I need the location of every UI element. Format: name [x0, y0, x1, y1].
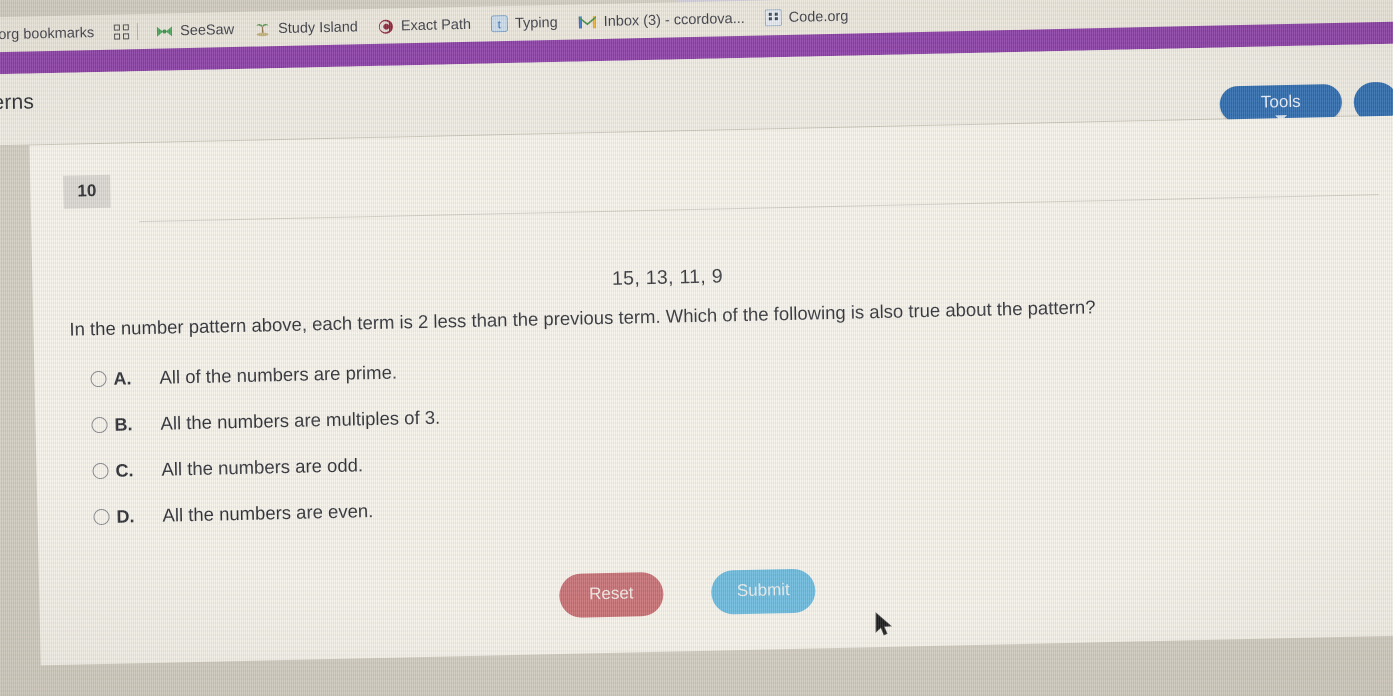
bookmark-study-island-label: Study Island [277, 18, 359, 37]
typing-t-icon: t [490, 15, 509, 33]
answer-letter-b: B. [114, 413, 133, 435]
bookmark-exact-path-label: Exact Path [400, 16, 472, 34]
radio-button-c[interactable] [92, 462, 109, 480]
answer-text-b: All the numbers are multiples of 3. [160, 406, 441, 434]
gmail-m-icon [578, 14, 597, 29]
radio-button-d[interactable] [93, 508, 110, 526]
answer-letter-c: C. [115, 459, 134, 481]
radio-button-a[interactable] [90, 370, 107, 388]
page-title: atterns [0, 90, 35, 115]
submit-button[interactable]: Submit [710, 568, 816, 615]
bookmarks-folder-label: l.org bookmarks [0, 24, 95, 43]
question-divider [139, 194, 1379, 223]
study-island-palm-icon [254, 21, 271, 37]
bookmark-seesaw-label: SeeSaw [179, 21, 235, 39]
question-card: 10 15, 13, 11, 9 In the number pattern a… [29, 115, 1393, 666]
bookmark-study-island[interactable]: Study Island [254, 19, 358, 37]
question-number-badge: 10 [63, 174, 111, 209]
bookmark-folder-school[interactable]: l.org bookmarks [0, 25, 94, 43]
bookmarks-divider [136, 23, 139, 41]
answer-letter-d: D. [116, 505, 135, 527]
answer-text-a: All of the numbers are prime. [159, 361, 398, 388]
answer-text-c: All the numbers are odd. [161, 454, 364, 480]
reset-button[interactable]: Reset [558, 571, 664, 619]
mouse-cursor-icon [875, 612, 895, 643]
answer-text-d: All the numbers are even. [162, 500, 374, 526]
bookmark-typing[interactable]: t Typing [490, 14, 558, 33]
bookmark-codeorg[interactable]: Code.org [764, 8, 849, 27]
bookmark-exact-path[interactable]: Exact Path [378, 16, 471, 34]
bookmark-codeorg-label: Code.org [788, 8, 849, 26]
radio-button-b[interactable] [91, 416, 108, 434]
action-buttons: Reset Submit [558, 568, 816, 619]
answer-options: A. All of the numbers are prime. B. All … [90, 337, 994, 541]
apps-grid-icon[interactable] [113, 24, 130, 40]
bookmark-seesaw[interactable]: SeeSaw [156, 22, 234, 40]
exact-path-icon [378, 18, 394, 34]
seesaw-icon [156, 24, 173, 38]
tools-button-label: Tools [1260, 91, 1301, 112]
bookmark-inbox[interactable]: Inbox (3) - ccordova... [578, 10, 745, 30]
browser-window: id-b69ada958... ☆ l.org bookmarks [0, 0, 1393, 696]
svg-text:t: t [498, 16, 502, 31]
answer-letter-a: A. [113, 367, 132, 389]
bookmark-typing-label: Typing [514, 14, 558, 32]
codeorg-grid-icon [764, 9, 782, 27]
bookmark-inbox-label: Inbox (3) - ccordova... [603, 10, 745, 30]
photo-of-screen: id-b69ada958... ☆ l.org bookmarks [0, 0, 1393, 696]
